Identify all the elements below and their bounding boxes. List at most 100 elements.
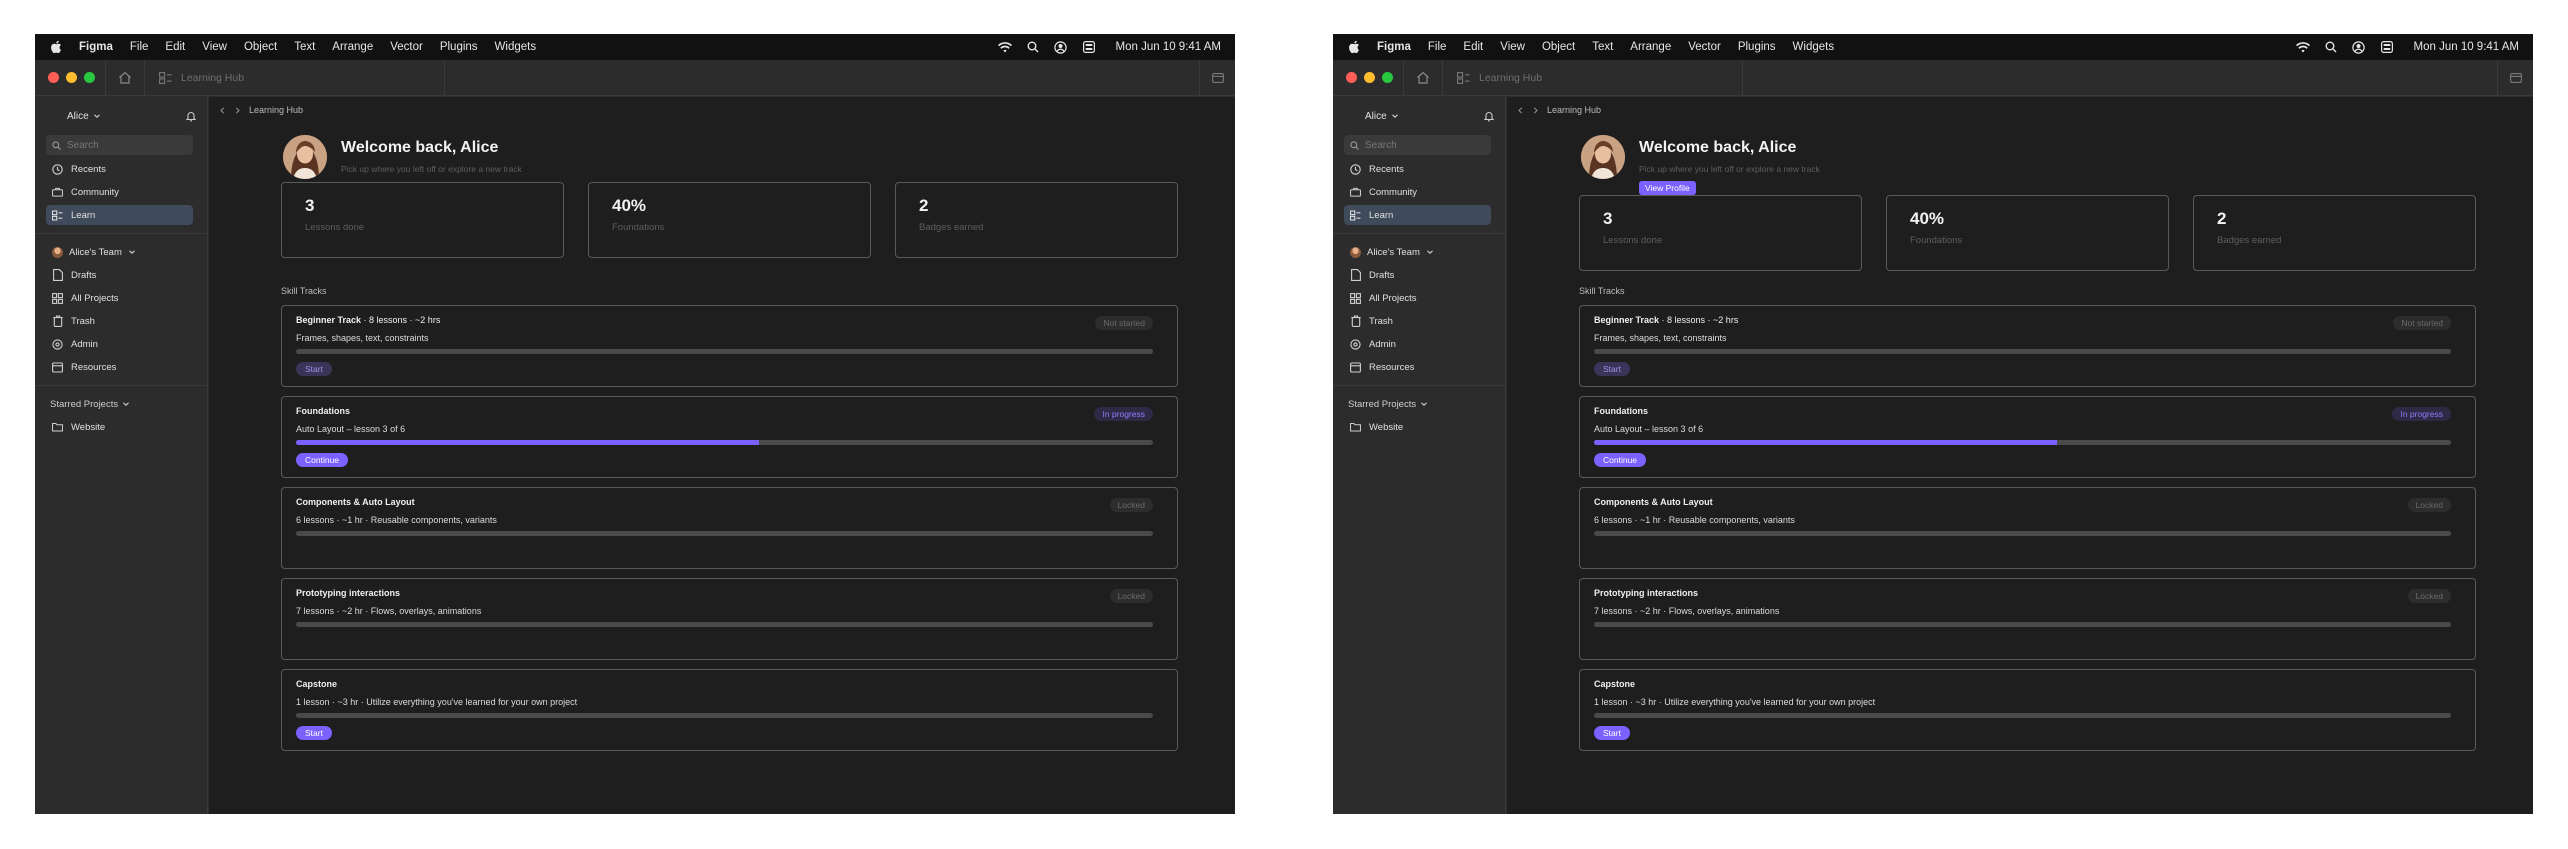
user-account-icon[interactable] bbox=[2352, 40, 2366, 54]
menu-vector[interactable]: Vector bbox=[390, 41, 423, 53]
user-account-icon[interactable] bbox=[1054, 40, 1068, 54]
bell-icon[interactable] bbox=[185, 110, 197, 122]
menu-app-name[interactable]: Figma bbox=[1377, 41, 1411, 53]
tab-overview-button[interactable] bbox=[2497, 59, 2533, 96]
search-input[interactable] bbox=[1365, 139, 1475, 151]
menu-edit[interactable]: Edit bbox=[1463, 41, 1483, 53]
starred-projects-heading[interactable]: Starred Projects bbox=[46, 394, 193, 414]
sidebar-item-drafts[interactable]: Drafts bbox=[46, 265, 193, 285]
sidebar-item-admin[interactable]: Admin bbox=[46, 334, 193, 354]
menu-object[interactable]: Object bbox=[1542, 41, 1575, 53]
sidebar-item-recents[interactable]: Recents bbox=[46, 159, 193, 179]
sidebar-item-trash[interactable]: Trash bbox=[46, 311, 193, 331]
sidebar-item-website[interactable]: Website bbox=[46, 417, 193, 437]
start-button[interactable]: Start bbox=[296, 726, 332, 740]
menu-widgets[interactable]: Widgets bbox=[495, 41, 537, 53]
menu-file[interactable]: File bbox=[130, 41, 149, 53]
zoom-window-button[interactable] bbox=[84, 72, 95, 83]
zoom-window-button[interactable] bbox=[1382, 72, 1393, 83]
start-button[interactable]: Start bbox=[1594, 362, 1630, 376]
apple-icon[interactable] bbox=[1347, 40, 1361, 54]
breadcrumb-current[interactable]: Learning Hub bbox=[249, 105, 303, 115]
sidebar-item-learn[interactable]: Learn bbox=[46, 205, 193, 225]
menu-view[interactable]: View bbox=[1500, 41, 1525, 53]
sidebar-search[interactable] bbox=[1344, 135, 1491, 155]
sidebar-item-drafts[interactable]: Drafts bbox=[1344, 265, 1491, 285]
apple-icon[interactable] bbox=[49, 40, 63, 54]
avatar[interactable] bbox=[1581, 135, 1625, 179]
track-description: Auto Layout – lesson 3 of 6 bbox=[1594, 424, 1704, 434]
account-switcher[interactable]: Alice bbox=[1333, 103, 1505, 129]
avatar[interactable] bbox=[283, 135, 327, 179]
sidebar-item-community[interactable]: Community bbox=[46, 182, 193, 202]
sidebar-item-resources[interactable]: Resources bbox=[1344, 357, 1491, 377]
control-center-icon[interactable] bbox=[2380, 40, 2394, 54]
file-tab[interactable]: Learning Hub bbox=[1443, 59, 1743, 96]
sidebar-item-all-projects[interactable]: All Projects bbox=[46, 288, 193, 308]
menu-vector[interactable]: Vector bbox=[1688, 41, 1721, 53]
view-profile-button[interactable]: View Profile bbox=[1639, 181, 1696, 195]
sidebar-item-recents[interactable]: Recents bbox=[1344, 159, 1491, 179]
menu-text[interactable]: Text bbox=[1592, 41, 1613, 53]
wifi-icon[interactable] bbox=[997, 40, 1012, 54]
minimize-window-button[interactable] bbox=[1364, 72, 1375, 83]
track-card-capstone[interactable]: Capstone 1 lesson · ~3 hr · Utilize ever… bbox=[1579, 669, 2476, 751]
search-icon[interactable] bbox=[1026, 40, 1040, 54]
forward-chevron-icon[interactable] bbox=[1532, 106, 1539, 114]
menu-object[interactable]: Object bbox=[244, 41, 277, 53]
sidebar-item-trash[interactable]: Trash bbox=[1344, 311, 1491, 331]
bell-icon[interactable] bbox=[1483, 110, 1495, 122]
wifi-icon[interactable] bbox=[2295, 40, 2310, 54]
menu-file[interactable]: File bbox=[1428, 41, 1447, 53]
menu-app-name[interactable]: Figma bbox=[79, 41, 113, 53]
continue-button[interactable]: Continue bbox=[296, 453, 349, 467]
start-button[interactable]: Start bbox=[1594, 726, 1630, 740]
forward-chevron-icon[interactable] bbox=[234, 106, 241, 114]
close-window-button[interactable] bbox=[1346, 72, 1357, 83]
search-input[interactable] bbox=[67, 139, 177, 151]
sidebar-item-all-projects[interactable]: All Projects bbox=[1344, 288, 1491, 308]
menu-bar-clock[interactable]: Mon Jun 10 9:41 AM bbox=[2414, 41, 2519, 53]
tab-overview-button[interactable] bbox=[1199, 59, 1235, 96]
close-window-button[interactable] bbox=[48, 72, 59, 83]
track-card-beginner[interactable]: Beginner Track · 8 lessons · ~2 hrs Not … bbox=[281, 305, 1178, 387]
track-card-foundations[interactable]: Foundations In progress Auto Layout – le… bbox=[281, 396, 1178, 478]
track-card-components[interactable]: Components & Auto Layout Locked 6 lesson… bbox=[1579, 487, 2476, 569]
sidebar-item-resources[interactable]: Resources bbox=[46, 357, 193, 377]
starred-projects-heading[interactable]: Starred Projects bbox=[1344, 394, 1491, 414]
track-card-prototyping[interactable]: Prototyping interactions Locked 7 lesson… bbox=[1579, 578, 2476, 660]
sidebar-item-learn[interactable]: Learn bbox=[1344, 205, 1491, 225]
sidebar-item-community[interactable]: Community bbox=[1344, 182, 1491, 202]
track-card-beginner[interactable]: Beginner Track · 8 lessons · ~2 hrs Not … bbox=[1579, 305, 2476, 387]
home-tab[interactable] bbox=[105, 59, 145, 96]
continue-button[interactable]: Continue bbox=[1594, 453, 1647, 467]
team-switcher[interactable]: Alice's Team bbox=[46, 242, 193, 262]
back-chevron-icon[interactable] bbox=[1517, 106, 1524, 114]
search-icon[interactable] bbox=[2324, 40, 2338, 54]
track-card-foundations[interactable]: Foundations In progress Auto Layout – le… bbox=[1579, 396, 2476, 478]
file-tab[interactable]: Learning Hub bbox=[145, 59, 445, 96]
start-button[interactable]: Start bbox=[296, 362, 332, 376]
menu-text[interactable]: Text bbox=[294, 41, 315, 53]
track-card-capstone[interactable]: Capstone 1 lesson · ~3 hr · Utilize ever… bbox=[281, 669, 1178, 751]
home-tab[interactable] bbox=[1403, 59, 1443, 96]
menu-arrange[interactable]: Arrange bbox=[332, 41, 373, 53]
minimize-window-button[interactable] bbox=[66, 72, 77, 83]
menu-plugins[interactable]: Plugins bbox=[1738, 41, 1776, 53]
menu-arrange[interactable]: Arrange bbox=[1630, 41, 1671, 53]
menu-edit[interactable]: Edit bbox=[165, 41, 185, 53]
menu-widgets[interactable]: Widgets bbox=[1793, 41, 1835, 53]
sidebar-item-website[interactable]: Website bbox=[1344, 417, 1491, 437]
sidebar-search[interactable] bbox=[46, 135, 193, 155]
menu-plugins[interactable]: Plugins bbox=[440, 41, 478, 53]
breadcrumb-current[interactable]: Learning Hub bbox=[1547, 105, 1601, 115]
team-switcher[interactable]: Alice's Team bbox=[1344, 242, 1491, 262]
sidebar-item-admin[interactable]: Admin bbox=[1344, 334, 1491, 354]
track-card-components[interactable]: Components & Auto Layout Locked 6 lesson… bbox=[281, 487, 1178, 569]
back-chevron-icon[interactable] bbox=[219, 106, 226, 114]
account-switcher[interactable]: Alice bbox=[35, 103, 207, 129]
menu-bar-clock[interactable]: Mon Jun 10 9:41 AM bbox=[1116, 41, 1221, 53]
menu-view[interactable]: View bbox=[202, 41, 227, 53]
track-card-prototyping[interactable]: Prototyping interactions Locked 7 lesson… bbox=[281, 578, 1178, 660]
control-center-icon[interactable] bbox=[1082, 40, 1096, 54]
